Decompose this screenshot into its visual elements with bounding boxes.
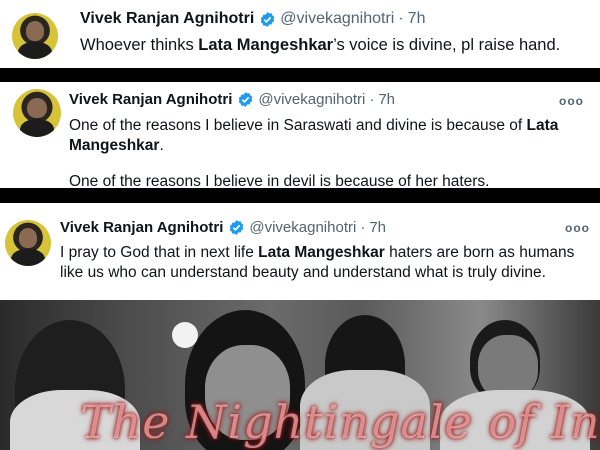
author-name[interactable]: Vivek Ranjan Agnihotri	[80, 10, 254, 28]
tweet-text-part: I pray to God that in next life	[60, 244, 259, 261]
tweet-header: Vivek Ranjan Agnihotri @vivekagnihotri ·…	[69, 91, 395, 108]
tweet-header: Vivek Ranjan Agnihotri @vivekagnihotri ·…	[80, 10, 425, 28]
tweet-text-part: ’s voice is divine, pl raise hand.	[333, 36, 561, 54]
tweet-text-paragraph-1: One of the reasons I believe in Saraswat…	[69, 116, 589, 156]
tweet-card-3[interactable]: Vivek Ranjan Agnihotri @vivekagnihotri ·…	[0, 203, 600, 300]
mention-lata-mangeshkar: Lata Mangeshkar	[258, 244, 385, 261]
more-options-icon[interactable]: ooo	[565, 221, 590, 235]
author-name[interactable]: Vivek Ranjan Agnihotri	[69, 91, 232, 108]
tweet-text-part: .	[159, 137, 164, 154]
tweet-text: Whoever thinks Lata Mangeshkar’s voice i…	[80, 35, 590, 55]
author-name[interactable]: Vivek Ranjan Agnihotri	[60, 219, 223, 236]
author-handle[interactable]: @vivekagnihotri	[249, 219, 356, 236]
avatar[interactable]	[5, 220, 51, 266]
verified-badge-icon	[230, 220, 244, 235]
timestamp[interactable]: 7h	[408, 10, 426, 28]
separator-dot: ·	[369, 91, 375, 108]
author-handle[interactable]: @vivekagnihotri	[258, 91, 365, 108]
timestamp[interactable]: 7h	[378, 91, 395, 108]
tweet-header: Vivek Ranjan Agnihotri @vivekagnihotri ·…	[60, 219, 386, 236]
photo-caption: The Nightingale of India	[80, 395, 600, 449]
tweet-text-part: One of the reasons I believe in Saraswat…	[69, 117, 527, 134]
tweet-card-1[interactable]: Vivek Ranjan Agnihotri @vivekagnihotri ·…	[0, 0, 600, 68]
author-handle[interactable]: @vivekagnihotri	[280, 10, 394, 28]
separator-dot: ·	[360, 219, 366, 236]
flower-decoration	[172, 322, 198, 348]
tweet-text-part: Whoever thinks	[80, 36, 199, 54]
mention-lata-mangeshkar: Lata Mangeshkar	[198, 36, 334, 54]
verified-badge-icon	[261, 11, 275, 27]
archival-photo: The Nightingale of India	[0, 300, 600, 450]
verified-badge-icon	[239, 92, 253, 107]
avatar[interactable]	[12, 13, 58, 59]
avatar[interactable]	[13, 89, 61, 137]
timestamp[interactable]: 7h	[369, 219, 386, 236]
tweet-card-2[interactable]: Vivek Ranjan Agnihotri @vivekagnihotri ·…	[0, 82, 600, 188]
separator-dot: ·	[398, 10, 404, 27]
tweet-text-paragraph-2: One of the reasons I believe in devil is…	[69, 173, 490, 188]
tweet-text: I pray to God that in next life Lata Man…	[60, 243, 590, 283]
more-options-icon[interactable]: ooo	[559, 94, 584, 108]
